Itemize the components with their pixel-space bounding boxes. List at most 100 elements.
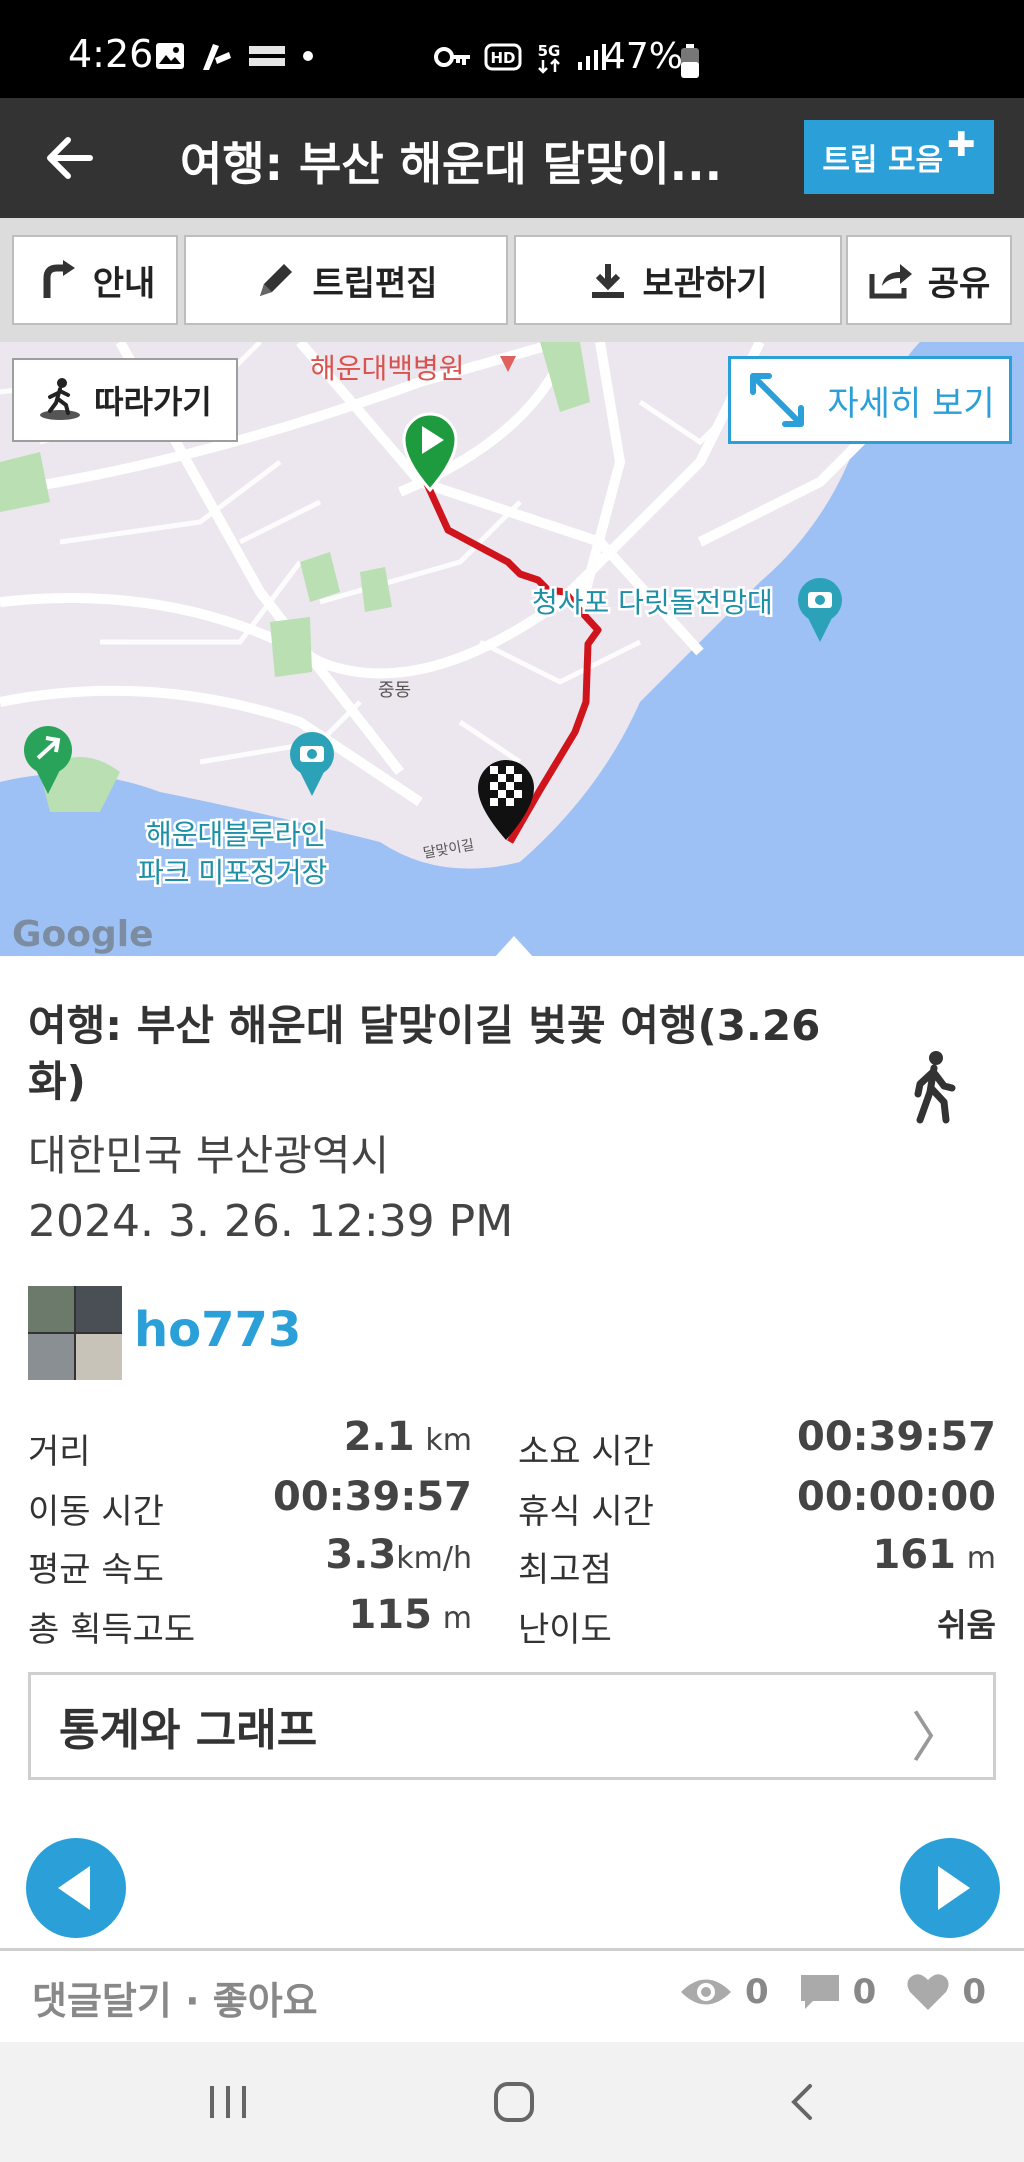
- svg-text:5G: 5G: [538, 42, 561, 60]
- page-title: 여행: 부산 해운대 달맞이...: [180, 137, 720, 191]
- duration-value: 00:39:57: [797, 1414, 996, 1460]
- follow-button[interactable]: 따라가기: [12, 358, 238, 442]
- status-notification-icons: [155, 40, 315, 72]
- view-detail-label: 자세히 보기: [827, 383, 995, 424]
- home-icon[interactable]: [492, 2080, 536, 2124]
- distance-unit: km: [425, 1423, 472, 1458]
- avatar-photo-1: [28, 1286, 74, 1332]
- heart-icon: [907, 1974, 949, 2010]
- save-button[interactable]: 보관하기: [514, 235, 842, 325]
- rest-time-value: 00:00:00: [797, 1474, 996, 1520]
- difficulty-value: 쉬움: [937, 1606, 996, 1644]
- max-altitude-value: 161: [872, 1532, 956, 1578]
- dot-icon: [303, 51, 313, 61]
- comment-like-link[interactable]: 댓글달기 · 좋아요: [32, 1970, 318, 2025]
- pencil-icon: [260, 264, 293, 296]
- stats-graph-button[interactable]: 통계와 그래프 〉: [28, 1672, 996, 1780]
- previous-trip-button[interactable]: [26, 1838, 126, 1938]
- recent-apps-icon[interactable]: [206, 2082, 250, 2122]
- stat-row-gain: 총 획득고도 115 m 난이도 쉬움: [28, 1592, 996, 1650]
- trip-location: 대한민국 부산광역시: [28, 1131, 390, 1180]
- follow-label: 따라가기: [94, 383, 212, 421]
- guide-label: 안내: [92, 263, 156, 304]
- avatar-photo-2: [76, 1286, 122, 1332]
- turn-arrow-icon: [43, 260, 75, 298]
- map-label-observatory: 청사포 다릿돌전망대: [532, 586, 773, 619]
- action-toolbar: 안내 트립편집 보관하기 공유: [0, 218, 1024, 342]
- max-altitude-label: 최고점: [518, 1550, 612, 1590]
- share-button[interactable]: 공유: [846, 235, 1012, 325]
- hd-icon: HD: [484, 43, 522, 71]
- trip-collection-button[interactable]: 트립 모음 ✚: [804, 120, 994, 194]
- like-count: 0: [962, 1972, 986, 2012]
- share-label: 공유: [927, 263, 991, 304]
- elevation-gain-label: 총 획득고도: [28, 1610, 196, 1650]
- view-detail-button[interactable]: 자세히 보기: [728, 356, 1012, 444]
- trip-collection-label: 트립 모음: [822, 143, 944, 178]
- app-notification-icon: [203, 44, 231, 70]
- distance-label: 거리: [28, 1432, 91, 1472]
- system-back-icon[interactable]: [786, 2082, 816, 2122]
- hiker-icon: [40, 378, 81, 420]
- map-label-jungdong: 중동: [378, 680, 411, 701]
- footer-divider: [0, 1948, 1024, 1951]
- elevation-gain-value: 115: [348, 1592, 432, 1638]
- eye-icon: [680, 1979, 731, 2005]
- plus-icon: ✚: [947, 125, 976, 165]
- google-logo: Google: [12, 914, 154, 955]
- comment-count: 0: [852, 1972, 877, 2012]
- comment-icon: [800, 1975, 839, 2009]
- next-trip-button[interactable]: [900, 1838, 1000, 1938]
- distance-value: 2.1: [343, 1414, 415, 1460]
- key-icon: [434, 47, 470, 67]
- trip-title: 여행: 부산 해운대 달맞이길 벚꽃 여행(3.26 화): [28, 1001, 821, 1106]
- 5g-icon: 5G: [538, 42, 561, 74]
- trip-date: 2024. 3. 26. 12:39 PM: [28, 1196, 514, 1247]
- stats-graph-label: 통계와 그래프: [59, 1705, 318, 1756]
- status-bar: 4:26 HD 5G 47%: [0, 0, 1024, 98]
- stat-row-moving: 이동 시간 00:39:57 휴식 시간 00:00:00: [28, 1474, 996, 1532]
- status-time: 4:26: [68, 32, 154, 76]
- username-link[interactable]: ho773: [134, 1302, 301, 1358]
- triangle-left-icon: [58, 1866, 90, 1910]
- walking-icon: [914, 1051, 956, 1124]
- elevation-gain-unit: m: [442, 1601, 472, 1636]
- difficulty-label: 난이도: [518, 1610, 612, 1650]
- share-icon: [869, 264, 912, 299]
- chevron-right-icon: 〉: [911, 1706, 965, 1769]
- avatar-photo-4: [76, 1334, 122, 1380]
- guide-button[interactable]: 안내: [12, 235, 178, 325]
- avg-speed-label: 평균 속도: [28, 1550, 164, 1590]
- avatar-photo-3: [28, 1334, 74, 1380]
- expand-arrows-icon: [750, 373, 805, 427]
- avg-speed-value: 3.3: [325, 1532, 397, 1578]
- map-pointer-icon: [494, 936, 534, 958]
- moving-time-label: 이동 시간: [28, 1492, 164, 1532]
- app-bar: 여행: 부산 해운대 달맞이... 트립 모음 ✚: [0, 98, 1024, 218]
- user-avatar[interactable]: [28, 1286, 122, 1380]
- gallery-icon: [156, 43, 184, 69]
- map-label-station-line1: 해운대블루라인: [146, 818, 326, 851]
- rest-time-label: 휴식 시간: [518, 1492, 654, 1532]
- stat-row-distance: 거리 2.1 km 소요 시간 00:39:57: [28, 1414, 996, 1472]
- max-altitude-unit: m: [966, 1541, 996, 1576]
- battery-icon: [681, 44, 699, 78]
- stat-row-speed: 평균 속도 3.3km/h 최고점 161 m: [28, 1532, 996, 1590]
- moving-time-value: 00:39:57: [273, 1474, 472, 1520]
- download-icon: [592, 264, 625, 298]
- trip-edit-label: 트립편집: [312, 263, 438, 304]
- view-count: 0: [744, 1972, 769, 2012]
- save-label: 보관하기: [642, 263, 768, 304]
- trip-edit-button[interactable]: 트립편집: [184, 235, 508, 325]
- temu-icon: [249, 46, 285, 66]
- map-label-hospital: 해운대백병원: [310, 352, 465, 385]
- status-system-icons: HD 5G: [434, 40, 608, 74]
- duration-label: 소요 시간: [518, 1432, 654, 1472]
- system-nav-bar: [0, 2042, 1024, 2162]
- triangle-right-icon: [938, 1866, 970, 1910]
- back-arrow-icon[interactable]: [40, 128, 100, 188]
- avg-speed-unit: km/h: [396, 1541, 472, 1576]
- svg-text:HD: HD: [490, 49, 515, 67]
- map-label-station-line2: 파크 미포정거장: [138, 856, 327, 889]
- battery-percent: 47%: [603, 36, 684, 77]
